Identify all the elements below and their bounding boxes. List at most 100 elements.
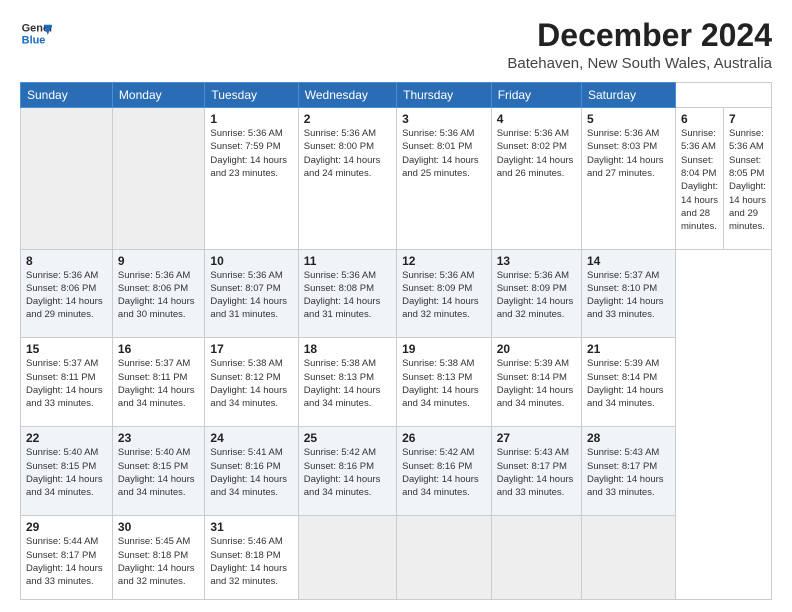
- calendar-cell: 8 Sunrise: 5:36 AMSunset: 8:06 PMDayligh…: [21, 249, 113, 338]
- calendar-cell: 3 Sunrise: 5:36 AMSunset: 8:01 PMDayligh…: [397, 108, 492, 249]
- calendar-cell: 7 Sunrise: 5:36 AMSunset: 8:05 PMDayligh…: [723, 108, 771, 249]
- day-number: 12: [402, 254, 486, 268]
- day-info: Sunrise: 5:37 AMSunset: 8:10 PMDaylight:…: [587, 270, 664, 321]
- week-row-4: 22 Sunrise: 5:40 AMSunset: 8:15 PMDaylig…: [21, 427, 772, 516]
- day-number: 28: [587, 431, 670, 445]
- svg-text:Blue: Blue: [22, 34, 46, 46]
- calendar-cell: 26 Sunrise: 5:42 AMSunset: 8:16 PMDaylig…: [397, 427, 492, 516]
- calendar-cell: 14 Sunrise: 5:37 AMSunset: 8:10 PMDaylig…: [581, 249, 675, 338]
- day-info: Sunrise: 5:40 AMSunset: 8:15 PMDaylight:…: [26, 447, 103, 498]
- day-number: 31: [210, 520, 292, 534]
- day-info: Sunrise: 5:36 AMSunset: 8:07 PMDaylight:…: [210, 270, 287, 321]
- logo-icon: General Blue: [20, 18, 52, 50]
- page: General Blue December 2024 Batehaven, Ne…: [0, 0, 792, 612]
- calendar-cell: 25 Sunrise: 5:42 AMSunset: 8:16 PMDaylig…: [298, 427, 396, 516]
- calendar-cell: 11 Sunrise: 5:36 AMSunset: 8:08 PMDaylig…: [298, 249, 396, 338]
- day-number: 30: [118, 520, 200, 534]
- day-info: Sunrise: 5:36 AMSunset: 8:03 PMDaylight:…: [587, 128, 664, 179]
- day-number: 26: [402, 431, 486, 445]
- day-number: 16: [118, 342, 200, 356]
- day-number: 21: [587, 342, 670, 356]
- day-info: Sunrise: 5:37 AMSunset: 8:11 PMDaylight:…: [26, 358, 103, 409]
- col-sunday: Sunday: [21, 83, 113, 108]
- day-number: 9: [118, 254, 200, 268]
- calendar-cell: 17 Sunrise: 5:38 AMSunset: 8:12 PMDaylig…: [205, 338, 298, 427]
- week-row-3: 15 Sunrise: 5:37 AMSunset: 8:11 PMDaylig…: [21, 338, 772, 427]
- day-number: 18: [304, 342, 391, 356]
- col-saturday: Saturday: [581, 83, 675, 108]
- day-info: Sunrise: 5:38 AMSunset: 8:12 PMDaylight:…: [210, 358, 287, 409]
- week-row-5: 29 Sunrise: 5:44 AMSunset: 8:17 PMDaylig…: [21, 516, 772, 600]
- calendar-cell: 28 Sunrise: 5:43 AMSunset: 8:17 PMDaylig…: [581, 427, 675, 516]
- day-info: Sunrise: 5:44 AMSunset: 8:17 PMDaylight:…: [26, 536, 103, 587]
- day-info: Sunrise: 5:36 AMSunset: 8:04 PMDaylight:…: [681, 128, 718, 232]
- day-info: Sunrise: 5:41 AMSunset: 8:16 PMDaylight:…: [210, 447, 287, 498]
- day-info: Sunrise: 5:36 AMSunset: 8:06 PMDaylight:…: [118, 270, 195, 321]
- calendar-cell: 15 Sunrise: 5:37 AMSunset: 8:11 PMDaylig…: [21, 338, 113, 427]
- day-number: 2: [304, 112, 391, 126]
- calendar-cell: 27 Sunrise: 5:43 AMSunset: 8:17 PMDaylig…: [491, 427, 581, 516]
- calendar-cell: 24 Sunrise: 5:41 AMSunset: 8:16 PMDaylig…: [205, 427, 298, 516]
- day-info: Sunrise: 5:43 AMSunset: 8:17 PMDaylight:…: [587, 447, 664, 498]
- calendar-cell: 30 Sunrise: 5:45 AMSunset: 8:18 PMDaylig…: [112, 516, 205, 600]
- day-number: 19: [402, 342, 486, 356]
- day-info: Sunrise: 5:46 AMSunset: 8:18 PMDaylight:…: [210, 536, 287, 587]
- day-number: 27: [497, 431, 576, 445]
- day-number: 4: [497, 112, 576, 126]
- calendar-cell: [397, 516, 492, 600]
- col-wednesday: Wednesday: [298, 83, 396, 108]
- calendar-cell: 13 Sunrise: 5:36 AMSunset: 8:09 PMDaylig…: [491, 249, 581, 338]
- day-info: Sunrise: 5:36 AMSunset: 8:09 PMDaylight:…: [497, 270, 574, 321]
- calendar-cell: 29 Sunrise: 5:44 AMSunset: 8:17 PMDaylig…: [21, 516, 113, 600]
- day-number: 3: [402, 112, 486, 126]
- day-info: Sunrise: 5:36 AMSunset: 8:06 PMDaylight:…: [26, 270, 103, 321]
- week-row-2: 8 Sunrise: 5:36 AMSunset: 8:06 PMDayligh…: [21, 249, 772, 338]
- main-title: December 2024: [507, 18, 772, 53]
- day-number: 7: [729, 112, 766, 126]
- day-number: 15: [26, 342, 107, 356]
- calendar-cell: [298, 516, 396, 600]
- calendar-cell: 18 Sunrise: 5:38 AMSunset: 8:13 PMDaylig…: [298, 338, 396, 427]
- day-info: Sunrise: 5:45 AMSunset: 8:18 PMDaylight:…: [118, 536, 195, 587]
- day-info: Sunrise: 5:36 AMSunset: 7:59 PMDaylight:…: [210, 128, 287, 179]
- col-tuesday: Tuesday: [205, 83, 298, 108]
- day-number: 22: [26, 431, 107, 445]
- day-number: 29: [26, 520, 107, 534]
- day-number: 1: [210, 112, 292, 126]
- day-number: 14: [587, 254, 670, 268]
- day-info: Sunrise: 5:38 AMSunset: 8:13 PMDaylight:…: [304, 358, 381, 409]
- calendar-cell: 23 Sunrise: 5:40 AMSunset: 8:15 PMDaylig…: [112, 427, 205, 516]
- day-number: 24: [210, 431, 292, 445]
- logo: General Blue: [20, 18, 52, 50]
- day-number: 25: [304, 431, 391, 445]
- calendar-cell: 12 Sunrise: 5:36 AMSunset: 8:09 PMDaylig…: [397, 249, 492, 338]
- calendar-cell: 16 Sunrise: 5:37 AMSunset: 8:11 PMDaylig…: [112, 338, 205, 427]
- day-number: 11: [304, 254, 391, 268]
- calendar-cell: 9 Sunrise: 5:36 AMSunset: 8:06 PMDayligh…: [112, 249, 205, 338]
- calendar-cell: 10 Sunrise: 5:36 AMSunset: 8:07 PMDaylig…: [205, 249, 298, 338]
- col-friday: Friday: [491, 83, 581, 108]
- day-number: 10: [210, 254, 292, 268]
- calendar-cell: 31 Sunrise: 5:46 AMSunset: 8:18 PMDaylig…: [205, 516, 298, 600]
- col-monday: Monday: [112, 83, 205, 108]
- subtitle: Batehaven, New South Wales, Australia: [507, 55, 772, 72]
- calendar-cell: 4 Sunrise: 5:36 AMSunset: 8:02 PMDayligh…: [491, 108, 581, 249]
- day-info: Sunrise: 5:36 AMSunset: 8:05 PMDaylight:…: [729, 128, 766, 232]
- calendar-cell: [491, 516, 581, 600]
- calendar-cell: 1 Sunrise: 5:36 AMSunset: 7:59 PMDayligh…: [205, 108, 298, 249]
- day-info: Sunrise: 5:36 AMSunset: 8:02 PMDaylight:…: [497, 128, 574, 179]
- day-number: 6: [681, 112, 718, 126]
- day-info: Sunrise: 5:42 AMSunset: 8:16 PMDaylight:…: [304, 447, 381, 498]
- calendar-cell: [112, 108, 205, 249]
- day-info: Sunrise: 5:40 AMSunset: 8:15 PMDaylight:…: [118, 447, 195, 498]
- calendar-cell: 19 Sunrise: 5:38 AMSunset: 8:13 PMDaylig…: [397, 338, 492, 427]
- week-row-1: 1 Sunrise: 5:36 AMSunset: 7:59 PMDayligh…: [21, 108, 772, 249]
- calendar-cell: 20 Sunrise: 5:39 AMSunset: 8:14 PMDaylig…: [491, 338, 581, 427]
- day-info: Sunrise: 5:42 AMSunset: 8:16 PMDaylight:…: [402, 447, 479, 498]
- calendar-cell: [21, 108, 113, 249]
- calendar-cell: 6 Sunrise: 5:36 AMSunset: 8:04 PMDayligh…: [676, 108, 724, 249]
- header-row: Sunday Monday Tuesday Wednesday Thursday…: [21, 83, 772, 108]
- day-number: 17: [210, 342, 292, 356]
- day-info: Sunrise: 5:39 AMSunset: 8:14 PMDaylight:…: [497, 358, 574, 409]
- day-info: Sunrise: 5:37 AMSunset: 8:11 PMDaylight:…: [118, 358, 195, 409]
